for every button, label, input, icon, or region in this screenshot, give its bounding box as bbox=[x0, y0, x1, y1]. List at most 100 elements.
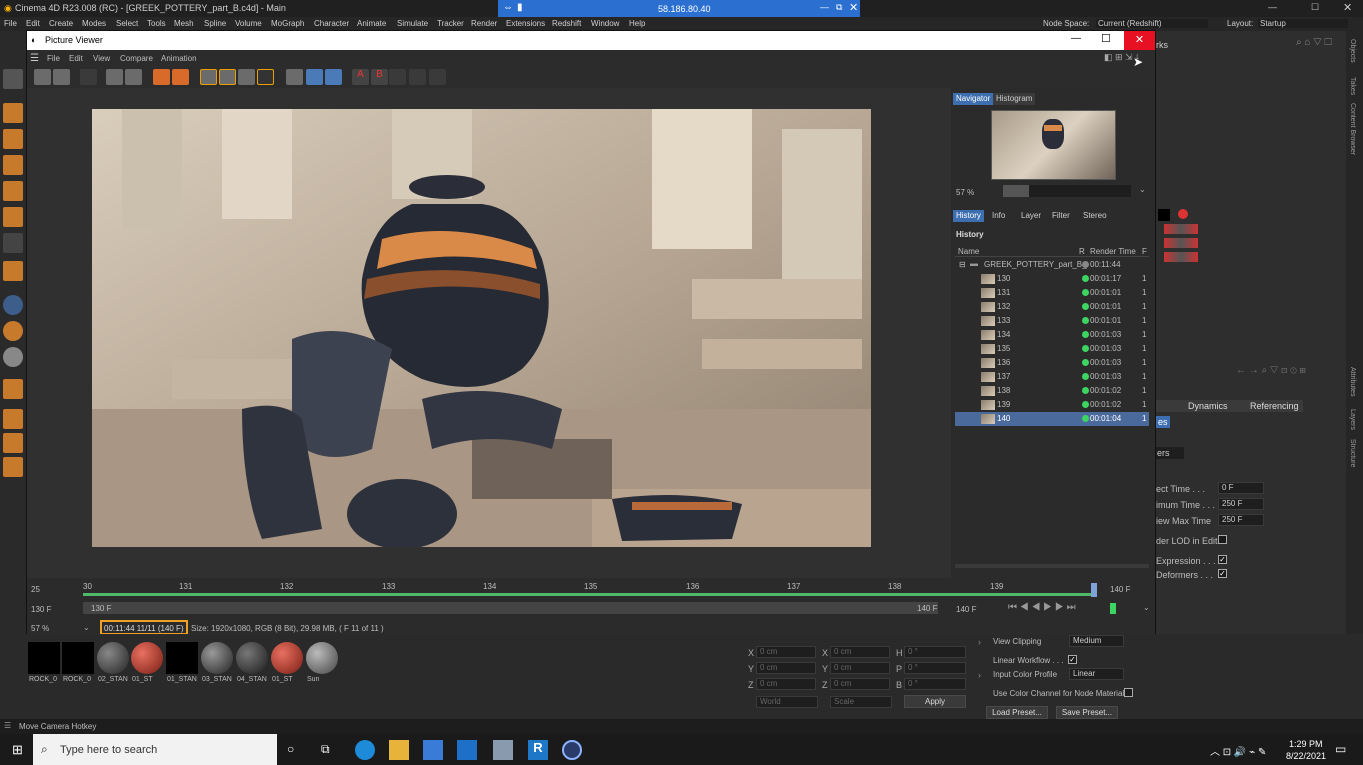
menu-tracker[interactable]: Tracker bbox=[437, 19, 464, 28]
split-v-icon[interactable] bbox=[409, 69, 426, 85]
windows-start-icon[interactable]: ⊞ bbox=[12, 742, 23, 758]
menu-create[interactable]: Create bbox=[49, 19, 73, 28]
render-queue-icon[interactable] bbox=[172, 69, 189, 85]
material-swatch[interactable] bbox=[166, 642, 198, 674]
menu-modes[interactable]: Modes bbox=[82, 19, 106, 28]
quantize-icon[interactable] bbox=[3, 457, 23, 477]
sculpt-icon[interactable] bbox=[3, 347, 23, 367]
loop-icon[interactable] bbox=[1110, 603, 1116, 614]
coord-world-dropdown[interactable]: World bbox=[756, 696, 818, 708]
tab-navigator[interactable]: Navigator bbox=[953, 93, 994, 105]
snap-icon[interactable] bbox=[3, 295, 23, 315]
material-swatch[interactable] bbox=[306, 642, 338, 674]
timeline-playhead[interactable] bbox=[1091, 583, 1097, 597]
playback-controls-icon[interactable]: ⏮ ◀ ◀ ▶ ▶ ⏭ bbox=[1008, 602, 1076, 613]
history-row[interactable]: 139 00:01:02 1 bbox=[955, 398, 1149, 412]
split-h-icon[interactable] bbox=[389, 69, 406, 85]
point-tool-icon[interactable] bbox=[3, 207, 23, 227]
coord-y-field[interactable]: 0 cm bbox=[756, 662, 816, 674]
fit-icon[interactable] bbox=[286, 69, 303, 85]
history-scrollbar[interactable] bbox=[955, 564, 1149, 568]
navigator-zoom-value[interactable]: 57 % bbox=[956, 188, 974, 197]
checker-tool-icon[interactable] bbox=[3, 129, 23, 149]
render-viewport[interactable] bbox=[27, 88, 951, 578]
task-view-icon[interactable]: ⧉ bbox=[321, 742, 330, 757]
tab-history[interactable]: History bbox=[953, 210, 984, 222]
range-bar[interactable]: 130 F 140 F bbox=[83, 602, 938, 614]
coord-h-field[interactable]: 0 ° bbox=[904, 646, 966, 658]
menu-spline[interactable]: Spline bbox=[204, 19, 226, 28]
view-clipping-dropdown[interactable]: Medium bbox=[1069, 635, 1124, 647]
side-tab-objects[interactable]: Objects bbox=[1349, 39, 1356, 63]
linear-workflow-checkbox[interactable]: ✓ bbox=[1068, 655, 1077, 664]
objects-search-icon[interactable]: ⌕ ⌂ ▽ ☐ bbox=[1296, 37, 1332, 48]
menu-simulate[interactable]: Simulate bbox=[397, 19, 428, 28]
box-tool-icon[interactable] bbox=[3, 155, 23, 175]
side-tab-takes[interactable]: Takes bbox=[1349, 77, 1356, 95]
save-icon[interactable] bbox=[53, 69, 70, 85]
color-icon[interactable] bbox=[238, 69, 255, 85]
pv-maximize-icon[interactable]: ☐ bbox=[1101, 32, 1111, 45]
menu-select[interactable]: Select bbox=[116, 19, 138, 28]
history-row[interactable]: 138 00:01:02 1 bbox=[955, 384, 1149, 398]
history-row[interactable]: 132 00:01:01 1 bbox=[955, 300, 1149, 314]
collapse-icon[interactable]: ⊟ bbox=[959, 260, 966, 269]
zoom-slider-handle[interactable] bbox=[1003, 185, 1029, 197]
end-frame-field[interactable]: 140 F bbox=[956, 605, 976, 614]
pv-menu-animation[interactable]: Animation bbox=[161, 54, 197, 63]
side-tab-content-browser[interactable]: Content Browser bbox=[1349, 103, 1356, 155]
zoom-dropdown-icon[interactable]: ⌄ bbox=[1139, 185, 1146, 194]
search-box[interactable]: ⌕ Type here to search bbox=[33, 734, 277, 765]
render-view-icon[interactable] bbox=[80, 69, 97, 85]
edge-browser-icon[interactable] bbox=[355, 740, 375, 760]
apply-button[interactable]: Apply bbox=[904, 695, 966, 708]
input-color-dropdown[interactable]: Linear bbox=[1069, 668, 1124, 680]
workplane-icon[interactable] bbox=[3, 379, 23, 399]
eyedropper-icon[interactable] bbox=[257, 69, 274, 85]
tab-stereo[interactable]: Stereo bbox=[1080, 210, 1110, 222]
cube-tool-icon[interactable] bbox=[3, 103, 23, 123]
lock-icon[interactable] bbox=[3, 433, 23, 453]
zoom-slider[interactable] bbox=[1003, 185, 1131, 197]
store-icon[interactable] bbox=[423, 740, 443, 760]
zoom-field[interactable]: 57 % bbox=[31, 624, 49, 633]
load-preset-button[interactable]: Load Preset... bbox=[986, 706, 1048, 719]
menu-mesh[interactable]: Mesh bbox=[174, 19, 194, 28]
coord-z-field[interactable]: 0 cm bbox=[756, 678, 816, 690]
material-swatch[interactable] bbox=[271, 642, 303, 674]
pv-menu-view[interactable]: View bbox=[93, 54, 110, 63]
stereo-left-icon[interactable] bbox=[306, 69, 323, 85]
start-frame-field[interactable]: 130 F bbox=[31, 605, 51, 614]
field-max-time[interactable]: 250 F bbox=[1218, 514, 1264, 526]
tab-referencing[interactable]: Referencing bbox=[1250, 401, 1299, 411]
menu-render[interactable]: Render bbox=[471, 19, 497, 28]
minimize-icon[interactable]: — bbox=[1268, 2, 1277, 12]
coord-b-field[interactable]: 0 ° bbox=[904, 678, 966, 690]
current-frame-field[interactable]: 25 bbox=[31, 585, 40, 594]
field-time[interactable]: 0 F bbox=[1218, 482, 1264, 494]
timeline-track[interactable] bbox=[83, 593, 1093, 596]
remote-close-icon[interactable]: ✕ bbox=[849, 1, 858, 14]
pv-menu-file[interactable]: File bbox=[47, 54, 60, 63]
menu-window[interactable]: Window bbox=[591, 19, 619, 28]
mail-icon[interactable] bbox=[457, 740, 477, 760]
attr-nav-icons[interactable]: ← → ⌕ ▽ ⊡ ⊙ ⊞ bbox=[1236, 365, 1306, 376]
stereo-right-icon[interactable] bbox=[325, 69, 342, 85]
a-swap-icon[interactable]: A bbox=[352, 69, 369, 85]
history-row-selected[interactable]: 140 00:01:04 1 bbox=[955, 412, 1149, 426]
deformers-checkbox[interactable]: ✓ bbox=[1218, 569, 1227, 578]
side-tab-attributes[interactable]: Attributes bbox=[1349, 367, 1356, 397]
tab-histogram[interactable]: Histogram bbox=[993, 93, 1036, 105]
pv-close-button[interactable]: ✕ bbox=[1124, 31, 1155, 50]
remote-desktop-icon[interactable] bbox=[493, 740, 513, 760]
region-icon[interactable] bbox=[106, 69, 123, 85]
side-tab-layers[interactable]: Layers bbox=[1349, 409, 1356, 430]
material-swatch[interactable] bbox=[62, 642, 94, 674]
history-row[interactable]: 131 00:01:01 1 bbox=[955, 286, 1149, 300]
undo-icon[interactable] bbox=[3, 69, 23, 89]
coord-x-field[interactable]: 0 cm bbox=[756, 646, 816, 658]
coord-p-field[interactable]: 0 ° bbox=[904, 662, 966, 674]
expression-checkbox[interactable]: ✓ bbox=[1218, 555, 1227, 564]
menu-extensions[interactable]: Extensions bbox=[506, 19, 545, 28]
grid-icon[interactable] bbox=[3, 409, 23, 429]
